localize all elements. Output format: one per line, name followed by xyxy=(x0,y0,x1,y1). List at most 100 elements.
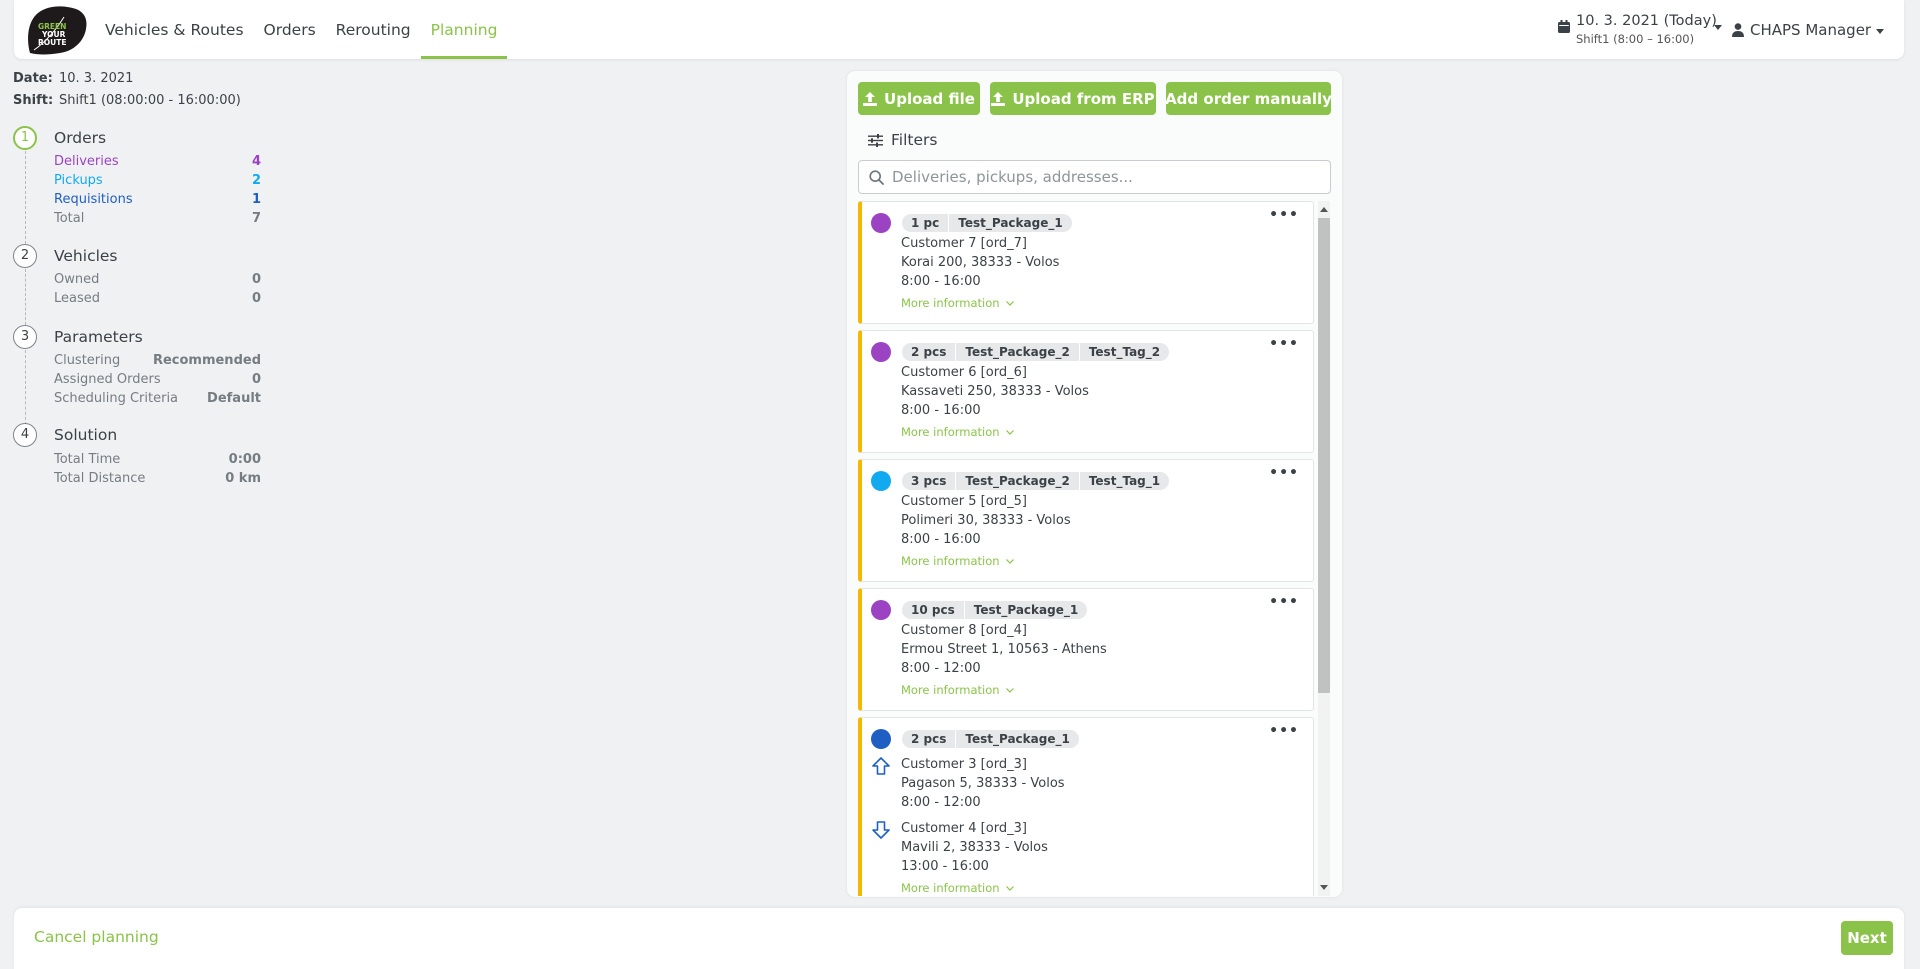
nav-orders[interactable]: Orders xyxy=(254,0,326,59)
order-tags: 2 pcs Test_Package_1 xyxy=(902,730,1079,748)
add-order-manually-button[interactable]: Add order manually xyxy=(1165,82,1332,115)
total-distance-label: Total Distance xyxy=(54,471,146,486)
green-your-route-logo[interactable]: GREEN YOUR ROUTE xyxy=(24,3,90,55)
order-tags: 3 pcs Test_Package_2 Test_Tag_1 xyxy=(902,472,1170,490)
scroll-up-icon[interactable] xyxy=(1320,207,1328,212)
pickup-type-indicator xyxy=(871,471,891,491)
more-information-toggle[interactable]: More information xyxy=(901,683,1014,697)
order-card[interactable]: 2 pcs Test_Package_2 Test_Tag_2 ••• Cust… xyxy=(858,330,1314,453)
chevron-down-icon xyxy=(1005,300,1014,306)
search-icon xyxy=(869,170,884,185)
scrollbar-thumb[interactable] xyxy=(1318,218,1330,693)
more-information-toggle[interactable]: More information xyxy=(901,425,1014,439)
more-options-icon[interactable]: ••• xyxy=(1269,595,1299,609)
total-distance-value: 0 km xyxy=(225,471,261,486)
search-input[interactable] xyxy=(892,161,1322,193)
summary-row-requisitions: Requisitions 1 xyxy=(54,192,261,210)
summary-row-assigned-orders: Assigned Orders 0 xyxy=(54,372,261,390)
package-tag: Test_Package_2 xyxy=(955,472,1079,490)
total-time-value: 0:00 xyxy=(228,452,261,467)
more-information-toggle[interactable]: More information xyxy=(901,554,1014,568)
package-tag: Test_Package_1 xyxy=(963,601,1088,619)
more-options-icon[interactable]: ••• xyxy=(1269,724,1299,738)
order-card[interactable]: 3 pcs Test_Package_2 Test_Tag_1 ••• Cust… xyxy=(858,459,1314,582)
quantity-tag: 3 pcs xyxy=(902,472,956,490)
step-1-title[interactable]: Orders xyxy=(54,129,106,147)
order-tags: 1 pc Test_Package_1 xyxy=(902,214,1072,232)
chevron-down-icon xyxy=(1005,558,1014,564)
step-4-indicator[interactable]: 4 xyxy=(13,423,37,447)
scroll-down-icon[interactable] xyxy=(1320,885,1328,890)
package-tag: Test_Package_2 xyxy=(955,343,1079,361)
clustering-value: Recommended xyxy=(152,353,261,368)
nav-rerouting[interactable]: Rerouting xyxy=(326,0,421,59)
customer-name: Customer 8 [ord_4] xyxy=(901,623,1027,638)
order-card[interactable]: 10 pcs Test_Package_1 ••• Customer 8 [or… xyxy=(858,588,1314,711)
pickups-label: Pickups xyxy=(54,173,103,188)
more-information-label: More information xyxy=(901,881,1000,895)
customer-name: Customer 7 [ord_7] xyxy=(901,236,1027,251)
selected-shift: Shift1 (8:00 – 16:00) xyxy=(1576,32,1695,46)
delivery-address: Mavili 2, 38333 - Volos xyxy=(901,840,1048,855)
step-3-indicator[interactable]: 3 xyxy=(13,325,37,349)
summary-row-total-time: Total Time 0:00 xyxy=(54,452,261,470)
date-shift-selector[interactable]: 10. 3. 2021 (Today) Shift1 (8:00 – 16:00… xyxy=(1544,12,1724,48)
more-information-toggle[interactable]: More information xyxy=(901,881,1014,895)
owned-label: Owned xyxy=(54,272,100,287)
user-icon xyxy=(1732,23,1744,37)
upload-file-button[interactable]: Upload file xyxy=(858,82,980,115)
total-time-label: Total Time xyxy=(54,452,121,467)
upload-file-label: Upload file xyxy=(884,89,975,108)
more-options-icon[interactable]: ••• xyxy=(1269,466,1299,480)
upload-from-erp-button[interactable]: Upload from ERP xyxy=(990,82,1156,115)
order-card[interactable]: 2 pcs Test_Package_1 ••• Customer 3 [ord… xyxy=(858,717,1314,896)
delivery-type-indicator xyxy=(871,213,891,233)
pickup-address: Pagason 5, 38333 - Volos xyxy=(901,776,1065,791)
more-information-label: More information xyxy=(901,683,1000,697)
pickups-count: 2 xyxy=(251,173,261,188)
order-tags: 10 pcs Test_Package_1 xyxy=(902,601,1088,619)
sliders-icon xyxy=(868,133,883,147)
user-menu[interactable]: CHAPS Manager xyxy=(1732,18,1885,42)
next-button[interactable]: Next xyxy=(1841,921,1893,955)
quantity-tag: 2 pcs xyxy=(902,730,956,748)
order-card[interactable]: 1 pc Test_Package_1 ••• Customer 7 [ord_… xyxy=(858,201,1314,324)
summary-row-leased: Leased 0 xyxy=(54,291,261,309)
order-list-scrollbar[interactable] xyxy=(1318,201,1330,896)
delivery-customer-name: Customer 4 [ord_3] xyxy=(901,821,1027,836)
summary-row-scheduling-criteria: Scheduling Criteria Default xyxy=(54,391,261,409)
step-2-indicator[interactable]: 2 xyxy=(13,244,37,268)
filters-toggle[interactable]: Filters xyxy=(868,129,937,151)
more-options-icon[interactable]: ••• xyxy=(1269,208,1299,222)
more-options-icon[interactable]: ••• xyxy=(1269,337,1299,351)
delivery-type-indicator xyxy=(871,342,891,362)
customer-name: Customer 6 [ord_6] xyxy=(901,365,1027,380)
calendar-icon xyxy=(1558,20,1570,33)
deliveries-count: 4 xyxy=(251,154,261,169)
step-1-indicator[interactable]: 1 xyxy=(13,126,37,150)
assigned-orders-value: 0 xyxy=(251,372,261,387)
date-value: 10. 3. 2021 xyxy=(59,71,134,86)
leased-count: 0 xyxy=(251,291,261,306)
customer-address: Kassaveti 250, 38333 - Volos xyxy=(901,384,1089,399)
summary-row-clustering: Clustering Recommended xyxy=(54,353,261,371)
owned-count: 0 xyxy=(251,272,261,287)
selected-date: 10. 3. 2021 (Today) xyxy=(1576,13,1717,29)
time-window: 8:00 - 12:00 xyxy=(901,661,981,676)
step-4-title[interactable]: Solution xyxy=(54,426,117,444)
cancel-planning-link[interactable]: Cancel planning xyxy=(34,928,159,946)
summary-row-owned: Owned 0 xyxy=(54,272,261,290)
upload-icon xyxy=(863,91,878,106)
pickup-customer-name: Customer 3 [ord_3] xyxy=(901,757,1027,772)
nav-planning[interactable]: Planning xyxy=(420,0,508,59)
clustering-label: Clustering xyxy=(54,353,121,368)
more-information-toggle[interactable]: More information xyxy=(901,296,1014,310)
step-2-title[interactable]: Vehicles xyxy=(54,247,118,265)
time-window: 8:00 - 16:00 xyxy=(901,532,981,547)
custom-tag: Test_Tag_1 xyxy=(1078,472,1170,490)
deliveries-label: Deliveries xyxy=(54,154,119,169)
customer-name: Customer 5 [ord_5] xyxy=(901,494,1027,509)
step-3-title[interactable]: Parameters xyxy=(54,328,143,346)
pickup-arrow-up-icon xyxy=(872,757,890,775)
nav-vehicles-routes[interactable]: Vehicles & Routes xyxy=(95,0,254,59)
